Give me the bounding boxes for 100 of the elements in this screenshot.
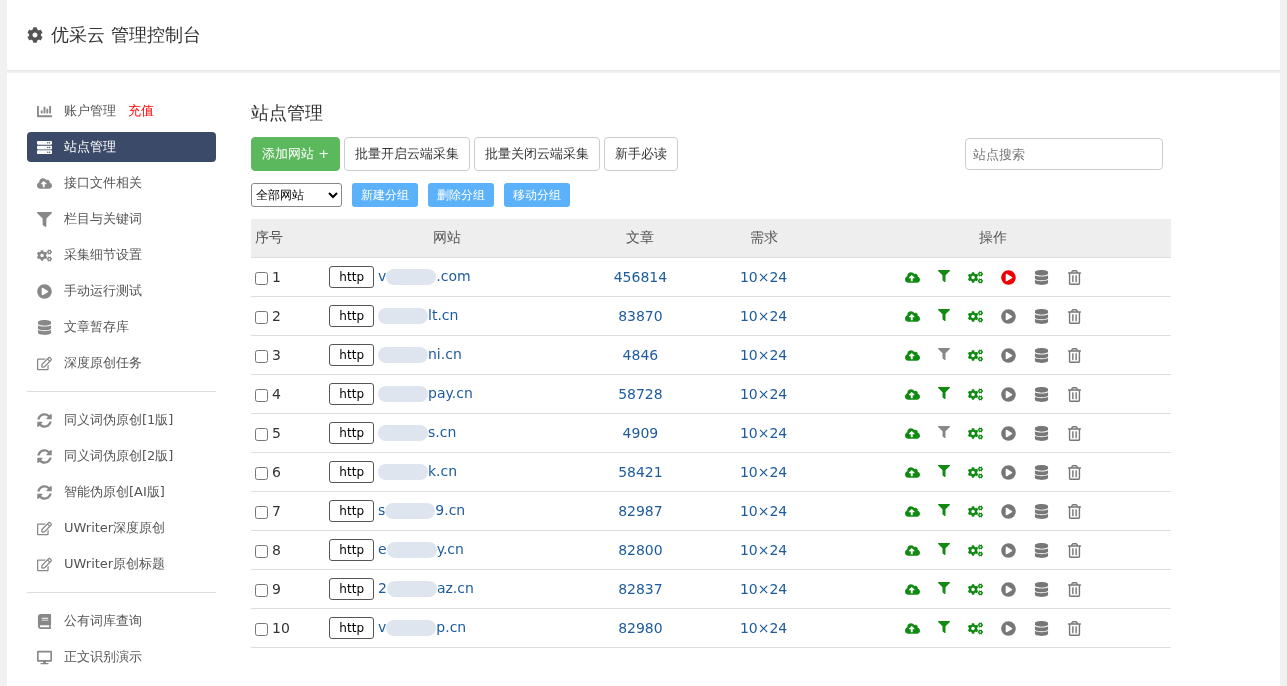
play-icon[interactable] bbox=[1000, 503, 1016, 519]
cloud-upload-icon[interactable] bbox=[904, 581, 920, 597]
filter-icon[interactable] bbox=[937, 503, 950, 519]
protocol-button[interactable]: http bbox=[329, 305, 374, 327]
cloud-upload-icon[interactable] bbox=[904, 425, 920, 441]
row-checkbox[interactable] bbox=[255, 466, 268, 480]
sidebar-item[interactable]: 站点管理 bbox=[27, 132, 216, 162]
protocol-button[interactable]: http bbox=[329, 539, 374, 561]
play-icon[interactable] bbox=[1000, 308, 1016, 324]
sidebar-item[interactable]: UWriter深度原创 bbox=[27, 513, 216, 543]
sidebar-item[interactable]: 同义词伪原创[2版] bbox=[27, 441, 216, 471]
filter-icon[interactable] bbox=[937, 581, 950, 597]
protocol-button[interactable]: http bbox=[329, 344, 374, 366]
trash-icon[interactable] bbox=[1066, 269, 1082, 285]
row-checkbox[interactable] bbox=[255, 622, 268, 636]
cloud-upload-icon[interactable] bbox=[904, 542, 920, 558]
trash-icon[interactable] bbox=[1066, 347, 1082, 363]
sidebar-item[interactable]: 采集细节设置 bbox=[27, 240, 216, 270]
filter-icon[interactable] bbox=[937, 620, 950, 636]
gears-icon[interactable] bbox=[967, 620, 983, 636]
trash-icon[interactable] bbox=[1066, 503, 1082, 519]
gears-icon[interactable] bbox=[967, 425, 983, 441]
recharge-link[interactable]: 充值 bbox=[128, 102, 154, 120]
sidebar-item[interactable]: 账户管理 充值 bbox=[27, 96, 216, 126]
database-icon[interactable] bbox=[1033, 386, 1049, 402]
play-icon[interactable] bbox=[1000, 269, 1016, 285]
gears-icon[interactable] bbox=[967, 503, 983, 519]
row-checkbox[interactable] bbox=[255, 583, 268, 597]
gears-icon[interactable] bbox=[967, 308, 983, 324]
sidebar-item[interactable]: 深度原创任务 bbox=[27, 348, 216, 378]
row-checkbox[interactable] bbox=[255, 310, 268, 324]
database-icon[interactable] bbox=[1033, 464, 1049, 480]
filter-icon[interactable] bbox=[937, 347, 950, 363]
cloud-upload-icon[interactable] bbox=[904, 503, 920, 519]
protocol-button[interactable]: http bbox=[329, 617, 374, 639]
play-icon[interactable] bbox=[1000, 386, 1016, 402]
protocol-button[interactable]: http bbox=[329, 461, 374, 483]
database-icon[interactable] bbox=[1033, 347, 1049, 363]
group-select[interactable]: 全部网站 bbox=[251, 183, 342, 207]
sidebar-item[interactable]: 栏目与关键词 bbox=[27, 204, 216, 234]
protocol-button[interactable]: http bbox=[329, 266, 374, 288]
filter-icon[interactable] bbox=[937, 386, 950, 402]
sidebar-item[interactable]: UWriter原创标题 bbox=[27, 549, 216, 579]
play-icon[interactable] bbox=[1000, 464, 1016, 480]
sidebar-item[interactable]: 公有词库查询 bbox=[27, 606, 216, 636]
sidebar-item[interactable]: 接口文件相关 bbox=[27, 168, 216, 198]
gears-icon[interactable] bbox=[967, 386, 983, 402]
toolbar-button[interactable]: 批量开启云端采集 bbox=[344, 137, 471, 171]
row-checkbox[interactable] bbox=[255, 427, 268, 441]
cloud-upload-icon[interactable] bbox=[904, 347, 920, 363]
row-checkbox[interactable] bbox=[255, 544, 268, 558]
sidebar-item[interactable]: 手动运行测试 bbox=[27, 276, 216, 306]
gears-icon[interactable] bbox=[967, 347, 983, 363]
sidebar-item[interactable]: 同义词伪原创[1版] bbox=[27, 405, 216, 435]
cloud-upload-icon[interactable] bbox=[904, 620, 920, 636]
filter-icon[interactable] bbox=[937, 464, 950, 480]
trash-icon[interactable] bbox=[1066, 620, 1082, 636]
trash-icon[interactable] bbox=[1066, 464, 1082, 480]
sidebar-item[interactable]: 文章暂存库 bbox=[27, 312, 216, 342]
database-icon[interactable] bbox=[1033, 308, 1049, 324]
database-icon[interactable] bbox=[1033, 269, 1049, 285]
play-icon[interactable] bbox=[1000, 581, 1016, 597]
database-icon[interactable] bbox=[1033, 542, 1049, 558]
play-icon[interactable] bbox=[1000, 620, 1016, 636]
trash-icon[interactable] bbox=[1066, 308, 1082, 324]
toolbar-button[interactable]: 新手必读 bbox=[604, 137, 679, 171]
database-icon[interactable] bbox=[1033, 620, 1049, 636]
gears-icon[interactable] bbox=[967, 464, 983, 480]
row-checkbox[interactable] bbox=[255, 505, 268, 519]
filter-icon[interactable] bbox=[937, 542, 950, 558]
trash-icon[interactable] bbox=[1066, 542, 1082, 558]
sidebar-item[interactable]: 正文识别演示 bbox=[27, 642, 216, 672]
play-icon[interactable] bbox=[1000, 425, 1016, 441]
play-icon[interactable] bbox=[1000, 542, 1016, 558]
filter-icon[interactable] bbox=[937, 425, 950, 441]
database-icon[interactable] bbox=[1033, 503, 1049, 519]
cloud-upload-icon[interactable] bbox=[904, 386, 920, 402]
cloud-upload-icon[interactable] bbox=[904, 464, 920, 480]
database-icon[interactable] bbox=[1033, 581, 1049, 597]
protocol-button[interactable]: http bbox=[329, 500, 374, 522]
database-icon[interactable] bbox=[1033, 425, 1049, 441]
protocol-button[interactable]: http bbox=[329, 422, 374, 444]
protocol-button[interactable]: http bbox=[329, 383, 374, 405]
row-checkbox[interactable] bbox=[255, 349, 268, 363]
trash-icon[interactable] bbox=[1066, 581, 1082, 597]
toolbar-button[interactable]: 批量关闭云端采集 bbox=[474, 137, 601, 171]
protocol-button[interactable]: http bbox=[329, 578, 374, 600]
row-checkbox[interactable] bbox=[255, 271, 268, 285]
cloud-upload-icon[interactable] bbox=[904, 269, 920, 285]
filter-icon[interactable] bbox=[937, 308, 950, 324]
gears-icon[interactable] bbox=[967, 542, 983, 558]
gears-icon[interactable] bbox=[967, 269, 983, 285]
search-field[interactable]: 站点搜索 bbox=[965, 138, 1163, 170]
play-icon[interactable] bbox=[1000, 347, 1016, 363]
sidebar-item[interactable]: 智能伪原创[AI版] bbox=[27, 477, 216, 507]
cloud-upload-icon[interactable] bbox=[904, 308, 920, 324]
trash-icon[interactable] bbox=[1066, 425, 1082, 441]
gears-icon[interactable] bbox=[967, 581, 983, 597]
row-checkbox[interactable] bbox=[255, 388, 268, 402]
trash-icon[interactable] bbox=[1066, 386, 1082, 402]
